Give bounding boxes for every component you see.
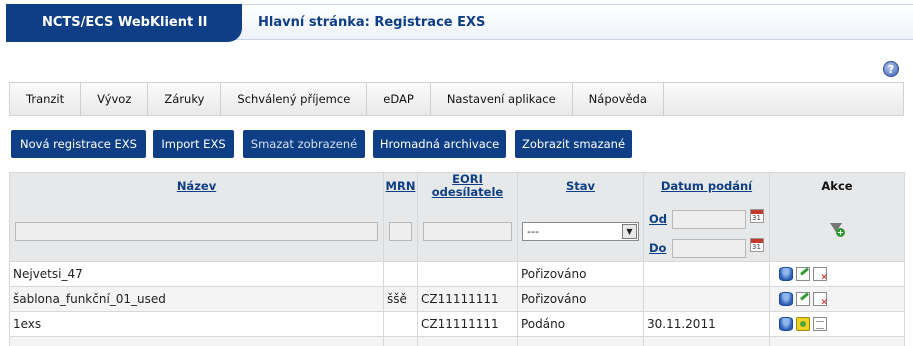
edit-icon[interactable] (796, 266, 810, 281)
sort-state-link[interactable]: Stav (566, 179, 595, 193)
cell-name (9, 335, 384, 346)
cell-actions (769, 260, 905, 287)
cell-mrn (383, 335, 418, 346)
apply-filter-icon[interactable]: + (829, 222, 845, 238)
date-from-label[interactable]: Od (649, 212, 667, 226)
cell-state (517, 335, 644, 346)
open-icon[interactable] (779, 291, 793, 306)
cell-date (643, 260, 770, 287)
menu-item-schvaleny-prijemce[interactable]: Schválený příjemce (221, 83, 368, 115)
main-menu: Tranzit Vývoz Záruky Schválený příjemce … (9, 82, 904, 116)
cell-name: Nejvetsi_47 (9, 260, 384, 287)
filter-mrn-input[interactable] (389, 222, 412, 241)
open-icon[interactable] (779, 316, 793, 331)
cell-eori: CZ11111111 (417, 310, 518, 337)
col-header-mrn: MRN (383, 172, 418, 203)
eori-label-line1: EORI (452, 172, 483, 186)
col-header-name: Název (9, 172, 384, 203)
cell-eori: CZ11111111 (417, 285, 518, 312)
filter-eori-cell (417, 202, 518, 262)
cell-actions (769, 310, 905, 337)
col-header-eori: EORI odesílatele (417, 172, 518, 203)
chevron-down-icon[interactable]: ▼ (622, 224, 637, 239)
cell-actions (769, 335, 905, 346)
import-button[interactable]: Import EXS (153, 130, 234, 158)
menu-item-napoveda[interactable]: Nápověda (573, 83, 664, 115)
table-row: šablona_funkční_01_used ššě CZ11111111 P… (9, 285, 905, 312)
app-header: NCTS/ECS WebKlient II Hlavní stránka: Re… (6, 4, 913, 42)
sort-eori-link[interactable]: EORI odesílatele (431, 172, 504, 200)
eori-label-line2: odesílatele (431, 185, 504, 199)
open-icon[interactable] (779, 266, 793, 281)
calendar-icon[interactable] (750, 237, 764, 252)
date-from-input[interactable] (672, 209, 746, 229)
menu-item-nastaveni[interactable]: Nastavení aplikace (431, 83, 573, 115)
cell-state: Pořizováno (517, 260, 644, 287)
document-icon[interactable] (813, 316, 827, 331)
edit-icon[interactable] (796, 291, 810, 306)
date-to-input[interactable] (672, 238, 746, 258)
menu-item-tranzit[interactable]: Tranzit (10, 83, 82, 115)
col-header-state: Stav (517, 172, 644, 203)
help-icon[interactable]: ? (883, 61, 899, 77)
cell-date (643, 335, 770, 346)
sort-name-link[interactable]: Název (177, 179, 216, 193)
new-registration-button[interactable]: Nová registrace EXS (11, 130, 146, 158)
cell-mrn (383, 260, 418, 287)
cell-actions (769, 285, 905, 312)
sort-date-link[interactable]: Datum podání (661, 179, 752, 193)
filter-name-cell (9, 202, 384, 262)
menu-item-vyvoz[interactable]: Vývoz (81, 83, 149, 115)
cell-date (643, 285, 770, 312)
delete-icon[interactable] (813, 266, 828, 283)
cell-eori (417, 335, 518, 346)
table-row (9, 335, 905, 346)
cell-name: šablona_funkční_01_used (9, 285, 384, 312)
cell-state: Pořizováno (517, 285, 644, 312)
filter-eori-input[interactable] (423, 222, 512, 241)
filter-actions-cell: + (769, 202, 905, 262)
filter-state-value: --- (527, 225, 539, 238)
exs-table: Název MRN EORI odesílatele Stav Datum po… (9, 172, 905, 346)
delete-icon[interactable] (813, 291, 828, 308)
cell-name: 1exs (9, 310, 384, 337)
col-header-date: Datum podání (643, 172, 770, 203)
page-title: Hlavní stránka: Registrace EXS (258, 15, 486, 30)
filter-date-cell: Od Do (643, 202, 770, 262)
cell-mrn: ššě (383, 285, 418, 312)
sort-mrn-link[interactable]: MRN (386, 179, 416, 193)
cell-date: 30.11.2011 (643, 310, 770, 337)
table-row: Nejvetsi_47 Pořizováno (9, 260, 905, 287)
delete-shown-button[interactable]: Smazat zobrazené (243, 130, 365, 158)
col-header-actions: Akce (769, 172, 905, 203)
filter-state-select[interactable]: --- ▼ (522, 222, 639, 241)
menu-item-edap[interactable]: eDAP (367, 83, 431, 115)
date-to-label[interactable]: Do (649, 241, 666, 255)
cell-state: Podáno (517, 310, 644, 337)
cell-eori (417, 260, 518, 287)
calendar-icon[interactable] (750, 208, 764, 223)
archive-icon[interactable] (796, 316, 810, 331)
filter-name-input[interactable] (15, 222, 378, 241)
table-row: 1exs CZ11111111 Podáno 30.11.2011 (9, 310, 905, 337)
filter-state-cell: --- ▼ (517, 202, 644, 262)
app-title: NCTS/ECS WebKlient II (6, 4, 242, 42)
filter-mrn-cell (383, 202, 418, 262)
menu-item-zaruky[interactable]: Záruky (148, 83, 222, 115)
show-deleted-button[interactable]: Zobrazit smazané (515, 130, 632, 158)
bulk-archive-button[interactable]: Hromadná archivace (373, 130, 506, 158)
cell-mrn (383, 310, 418, 337)
